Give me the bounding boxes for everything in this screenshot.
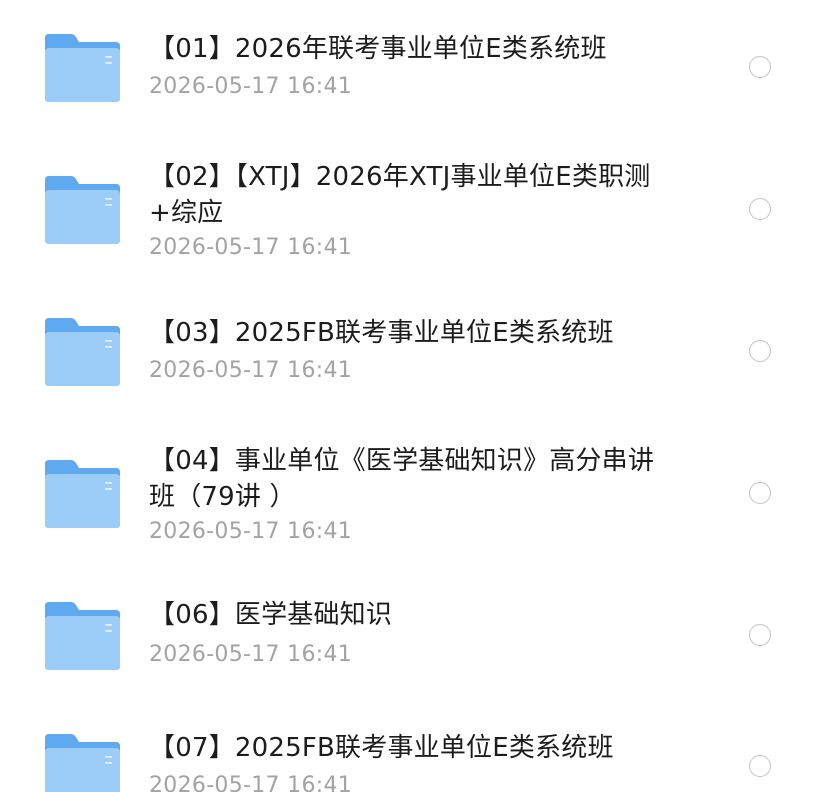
folder-icon — [45, 460, 120, 528]
list-item[interactable]: 【04】事业单位《医学基础知识》高分串讲班（79讲 ） 2026-05-17 1… — [0, 426, 828, 568]
folder-icon — [45, 176, 120, 244]
list-item[interactable]: 【02】【XTJ】2026年XTJ事业单位E类职测+综应 2026-05-17 … — [0, 142, 828, 284]
file-name: 【06】医学基础知识 — [149, 600, 393, 630]
select-radio[interactable] — [749, 198, 771, 220]
file-date: 2026-05-17 16:41 — [149, 74, 353, 99]
file-name: 【07】2025FB联考事业单位E类系统班 — [149, 733, 614, 763]
folder-icon — [45, 734, 120, 792]
list-item[interactable]: 【06】医学基础知识 2026-05-17 16:41 — [0, 568, 828, 710]
list-item[interactable]: 【01】2026年联考事业单位E类系统班 2026-05-17 16:41 — [0, 0, 828, 142]
file-date: 2026-05-17 16:41 — [149, 235, 353, 260]
select-radio[interactable] — [749, 56, 771, 78]
select-radio[interactable] — [749, 482, 771, 504]
file-date: 2026-05-17 16:41 — [149, 519, 353, 544]
list-item[interactable]: 【03】2025FB联考事业单位E类系统班 2026-05-17 16:41 — [0, 284, 828, 426]
list-item[interactable]: 【07】2025FB联考事业单位E类系统班 2026-05-17 16:41 — [0, 710, 828, 792]
file-name: 【01】2026年联考事业单位E类系统班 — [149, 34, 607, 64]
file-date: 2026-05-17 16:41 — [149, 642, 353, 667]
file-name: 【04】事业单位《医学基础知识》高分串讲班（79讲 ） — [149, 446, 655, 512]
select-radio[interactable] — [749, 755, 771, 777]
file-list: 【01】2026年联考事业单位E类系统班 2026-05-17 16:41 【0… — [0, 0, 828, 792]
folder-icon — [45, 602, 120, 670]
folder-icon — [45, 34, 120, 102]
file-date: 2026-05-17 16:41 — [149, 358, 353, 383]
select-radio[interactable] — [749, 624, 771, 646]
file-name: 【02】【XTJ】2026年XTJ事业单位E类职测+综应 — [149, 162, 651, 228]
file-date: 2026-05-17 16:41 — [149, 773, 353, 792]
select-radio[interactable] — [749, 340, 771, 362]
folder-icon — [45, 318, 120, 386]
file-name: 【03】2025FB联考事业单位E类系统班 — [149, 318, 614, 348]
